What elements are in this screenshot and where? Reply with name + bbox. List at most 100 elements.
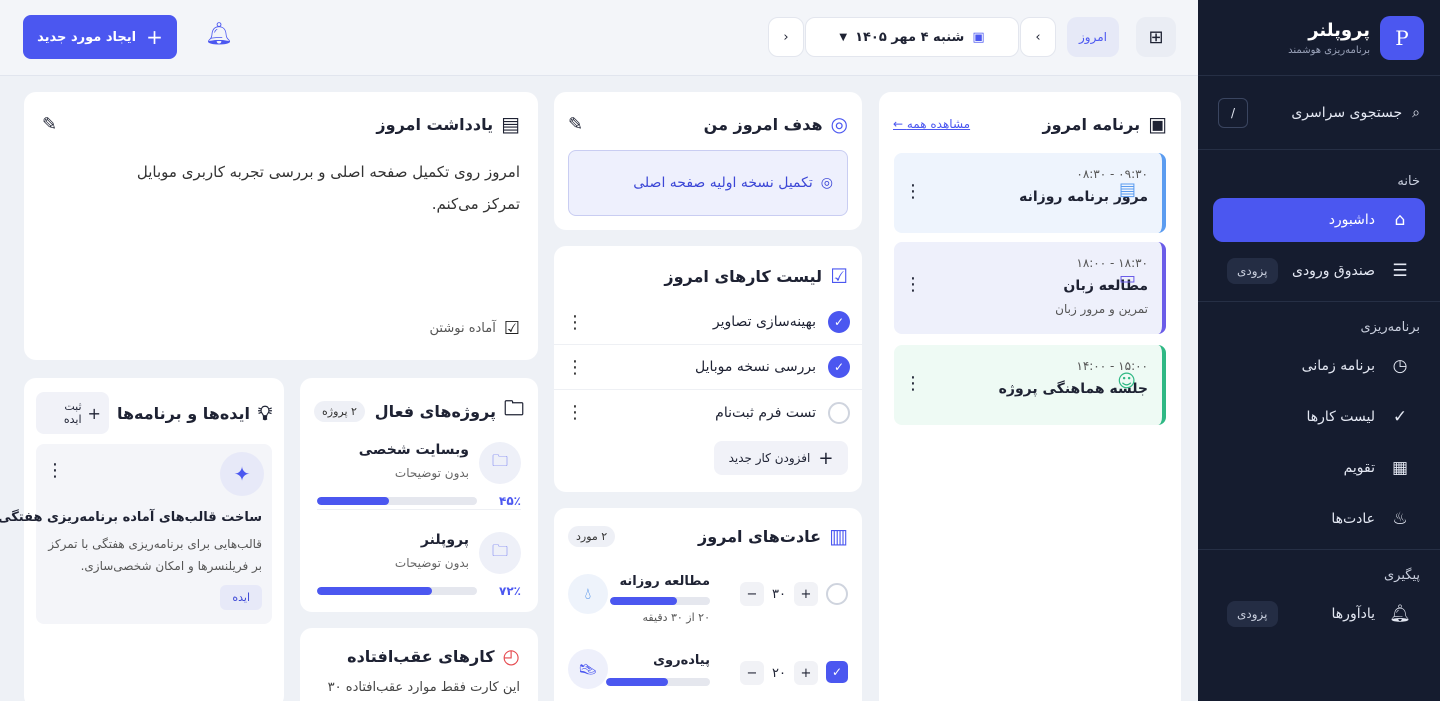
- today-button[interactable]: امروز: [1067, 17, 1119, 57]
- prev-day-button[interactable]: ›: [768, 17, 804, 57]
- idea-card[interactable]: ✦ ⋮ ساخت قالب‌های آماده برنامه‌ریزی هفتگ…: [0, 444, 272, 624]
- habit-progress: [610, 597, 710, 605]
- task-checkbox[interactable]: ✓: [828, 356, 850, 378]
- tasks-card: ☑ لیست کارهای امروز ✓ بهینه‌سازی تصاویر …: [554, 246, 862, 492]
- habit-info: مطالعه روزانه ۲۰ از ۳۰ دقیقه: [610, 574, 710, 624]
- notepad-icon: ▤: [501, 112, 520, 136]
- global-search[interactable]: ⌕ جستجوی سراسری /: [1198, 76, 1440, 150]
- task-checkbox[interactable]: ✓: [828, 311, 850, 333]
- edit-icon[interactable]: ✎: [42, 114, 57, 135]
- calendar-icon: ▣: [1148, 112, 1167, 136]
- inbox-icon: ☰: [1392, 261, 1408, 281]
- ideas-header: 💡︎ ایده‌ها و برنامه‌ها + ثبت ایده: [24, 378, 284, 434]
- idea-text: قالب‌هایی برای برنامه‌ریزی هفتگی با تمرک…: [48, 537, 262, 573]
- habits-header: ▥ عادت‌های امروز ۲ مورد: [554, 508, 862, 548]
- add-task-button[interactable]: + افزودن کار جدید: [714, 441, 848, 475]
- task-item[interactable]: ✓ بهینه‌سازی تصاویر ⋮: [554, 300, 862, 345]
- add-idea-label: ثبت ایده: [63, 400, 82, 426]
- calendar-grid-icon: ▦: [1391, 458, 1409, 478]
- more-icon[interactable]: ⋮: [566, 402, 584, 423]
- habit-checkbox[interactable]: ✓: [826, 661, 848, 683]
- add-idea-button[interactable]: + ثبت ایده: [36, 392, 109, 434]
- sidebar: P پروپلنر برنامه‌ریزی هوشمند ⌕ جستجوی سر…: [1198, 0, 1440, 701]
- sidebar-item-inbox[interactable]: ☰ صندوق ورودی پزودی: [1213, 249, 1425, 293]
- sidebar-item-dashboard[interactable]: ⌂ داشبورد: [1213, 198, 1425, 242]
- project-item[interactable]: 🗀 پروپلنر بدون توضیحات ۷۲٪: [317, 530, 521, 600]
- schedule-name: جلسه هماهنگی پروژه: [998, 381, 1148, 397]
- more-icon[interactable]: ⋮: [904, 181, 922, 202]
- sidebar-item-label: داشبورد: [1328, 212, 1375, 228]
- project-sub: بدون توضیحات: [394, 556, 469, 570]
- team-icon: ☺: [1117, 371, 1136, 392]
- bell-icon: 🔔︎: [1389, 604, 1411, 624]
- habit-stepper[interactable]: + ۲۰ −: [740, 661, 818, 685]
- more-icon[interactable]: ⋮: [566, 357, 584, 378]
- sidebar-item-calendar[interactable]: ▦ تقویم: [1213, 446, 1425, 490]
- next-day-button[interactable]: ‹: [1020, 17, 1056, 57]
- sprout-icon: ♨: [1392, 509, 1408, 529]
- project-progress: [317, 587, 477, 595]
- habit-info: پیاده‌روی: [606, 653, 710, 686]
- sidebar-item-label: برنامه زمانی: [1301, 358, 1375, 374]
- project-info: وبسایت شخصی بدون توضیحات: [359, 442, 469, 480]
- project-item[interactable]: 🗀 وبسایت شخصی بدون توضیحات ۴۵٪: [317, 440, 521, 510]
- sidebar-item-tasks[interactable]: ✓ لیست کارها: [1213, 395, 1425, 439]
- project-progress-fill: [317, 497, 389, 505]
- goal-box[interactable]: ◎ تکمیل نسخه اولیه صفحه اصلی: [568, 150, 848, 216]
- idea-title: ساخت قالب‌های آماده برنامه‌ریزی هفتگی: [0, 510, 262, 525]
- more-icon[interactable]: ⋮: [46, 460, 64, 481]
- goal-title: هدف امروز من: [703, 114, 823, 134]
- section-title-planning: برنامه‌ریزی: [1360, 319, 1420, 335]
- increment-button[interactable]: +: [794, 661, 818, 685]
- grid-icon[interactable]: ⊞: [1136, 17, 1176, 57]
- folder-icon: 🗀: [479, 442, 521, 484]
- shoe-icon: 👟︎: [568, 649, 608, 689]
- sidebar-item-reminders[interactable]: 🔔︎ یادآورها پزودی: [1213, 592, 1425, 636]
- decrement-button[interactable]: −: [740, 582, 764, 606]
- notification-bell-icon[interactable]: 🔔︎: [204, 22, 234, 52]
- more-icon[interactable]: ⋮: [904, 373, 922, 394]
- task-item[interactable]: ✓ بررسی نسخه موبایل ⋮: [554, 345, 862, 390]
- decrement-button[interactable]: −: [740, 661, 764, 685]
- schedule-item[interactable]: ۱۸:۳۰ - ۱۸:۰۰ مطالعه زبان تمرین و مرور ز…: [894, 242, 1166, 334]
- habits-count-badge: ۲ مورد: [568, 525, 616, 547]
- overdue-text: این کارت فقط موارد عقب‌افتاده ۳۰: [327, 680, 520, 695]
- habit-row: ✓ + ۲۰ − پیاده‌روی 👟︎: [568, 649, 848, 701]
- schedule-item[interactable]: ۱۵:۰۰ - ۱۴:۰۰ جلسه هماهنگی پروژه ☺ ⋮: [894, 345, 1166, 425]
- sidebar-item-habits[interactable]: ♨ عادت‌ها: [1213, 497, 1425, 541]
- edit-icon[interactable]: ✎: [568, 114, 583, 135]
- projects-header: 🗀 پروژه‌های فعال ۲ پروژه: [300, 378, 538, 428]
- overdue-header: ◴ کارهای عقب‌افتاده: [300, 628, 538, 668]
- create-new-button[interactable]: + ایجاد مورد جدید: [23, 15, 177, 59]
- sidebar-item-schedule[interactable]: ◷ برنامه زمانی: [1213, 344, 1425, 388]
- more-icon[interactable]: ⋮: [904, 274, 922, 295]
- alarm-icon: ◴: [502, 644, 520, 668]
- brand: P پروپلنر برنامه‌ریزی هوشمند: [1198, 0, 1440, 76]
- task-label: تست فرم ثبت‌نام: [715, 404, 816, 421]
- habit-checkbox[interactable]: [826, 583, 848, 605]
- goal-header: ◎ هدف امروز من ✎: [554, 92, 862, 136]
- chevron-down-icon: ▼: [839, 31, 848, 43]
- view-all-link[interactable]: مشاهده همه ←: [893, 117, 970, 131]
- project-progress: [317, 497, 477, 505]
- schedule-time: ۱۸:۳۰ - ۱۸:۰۰: [1076, 256, 1148, 270]
- date-label: شنبه ۴ مهر ۱۴۰۵: [855, 29, 965, 45]
- folder-icon: 🗀: [479, 532, 521, 574]
- project-name: پروپلنر: [420, 532, 469, 548]
- projects-title: پروژه‌های فعال: [374, 401, 496, 421]
- date-picker[interactable]: ▣ شنبه ۴ مهر ۱۴۰۵ ▼: [805, 17, 1019, 57]
- project-info: پروپلنر بدون توضیحات: [395, 532, 469, 570]
- increment-button[interactable]: +: [794, 582, 818, 606]
- schedule-sub: تمرین و مرور زبان: [1055, 302, 1148, 316]
- sidebar-item-label: صندوق ورودی: [1291, 263, 1375, 279]
- schedule-item[interactable]: ۰۹:۳۰ - ۰۸:۳۰ مرور برنامه روزانه ▤ ⋮: [894, 153, 1166, 233]
- search-label: جستجوی سراسری: [1291, 104, 1403, 121]
- project-sub: بدون توضیحات: [394, 466, 469, 480]
- schedule-title: برنامه امروز: [1042, 114, 1141, 134]
- more-icon[interactable]: ⋮: [566, 312, 584, 333]
- note-text[interactable]: امروز روی تکمیل صفحه اصلی و بررسی تجربه …: [24, 136, 538, 220]
- task-checkbox[interactable]: [828, 401, 850, 424]
- habit-stepper[interactable]: + ۳۰ −: [740, 582, 818, 606]
- plus-icon: +: [146, 25, 163, 49]
- task-item[interactable]: تست فرم ثبت‌نام ⋮: [554, 390, 862, 435]
